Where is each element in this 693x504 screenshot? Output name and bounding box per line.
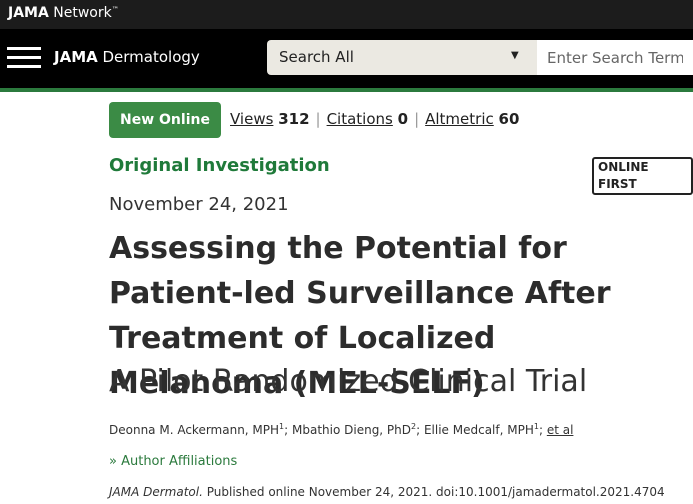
search-scope-dropdown[interactable]: Search All ▼ [267,40,537,75]
article-subtitle: A Pilot Randomized Clinical Trial [109,364,588,399]
citations-link[interactable]: Citations [327,110,393,128]
jama-network-logo[interactable]: JAMA Network™ [8,5,119,21]
journal-abbrev: JAMA Dermatol. [109,485,203,499]
article-metrics: Views 312 | Citations 0 | Altmetric 60 [230,110,520,128]
journal-navbar: JAMA Dermatology Search All ▼ [0,29,693,88]
publication-date: November 24, 2021 [109,194,289,215]
author-affiliations-toggle[interactable]: » Author Affiliations [109,454,237,469]
search-input[interactable] [537,40,693,75]
affiliation-number: 2 [411,422,417,431]
views-link[interactable]: Views [230,110,273,128]
affiliation-number: 1 [279,422,285,431]
author-list: Deonna M. Ackermann, MPH1; Mbathio Dieng… [109,422,574,437]
altmetric-score: 60 [498,110,520,128]
citation-text: Published online November 24, 2021. doi:… [202,485,665,499]
altmetric-link[interactable]: Altmetric [425,110,494,128]
views-count: 312 [278,110,310,128]
article-type[interactable]: Original Investigation [109,155,330,176]
new-online-badge[interactable]: New Online [109,102,221,138]
header-divider [0,88,693,92]
hamburger-menu-icon[interactable] [7,45,41,71]
network-topbar: JAMA Network™ [0,0,693,29]
affiliation-number: 1 [533,422,539,431]
author-name[interactable]: Deonna M. Ackermann, MPH [109,423,279,437]
chevron-down-icon: ▼ [511,50,519,61]
journal-logo[interactable]: JAMA Dermatology [54,48,200,66]
citation-line: JAMA Dermatol. Published online November… [109,485,665,499]
online-first-badge: ONLINE FIRST [592,157,693,195]
author-name[interactable]: Mbathio Dieng, PhD [292,423,411,437]
author-name[interactable]: Ellie Medcalf, MPH [424,423,534,437]
et-al-link[interactable]: et al [547,423,574,437]
citations-count: 0 [397,110,409,128]
search-scope-label: Search All [279,48,354,66]
